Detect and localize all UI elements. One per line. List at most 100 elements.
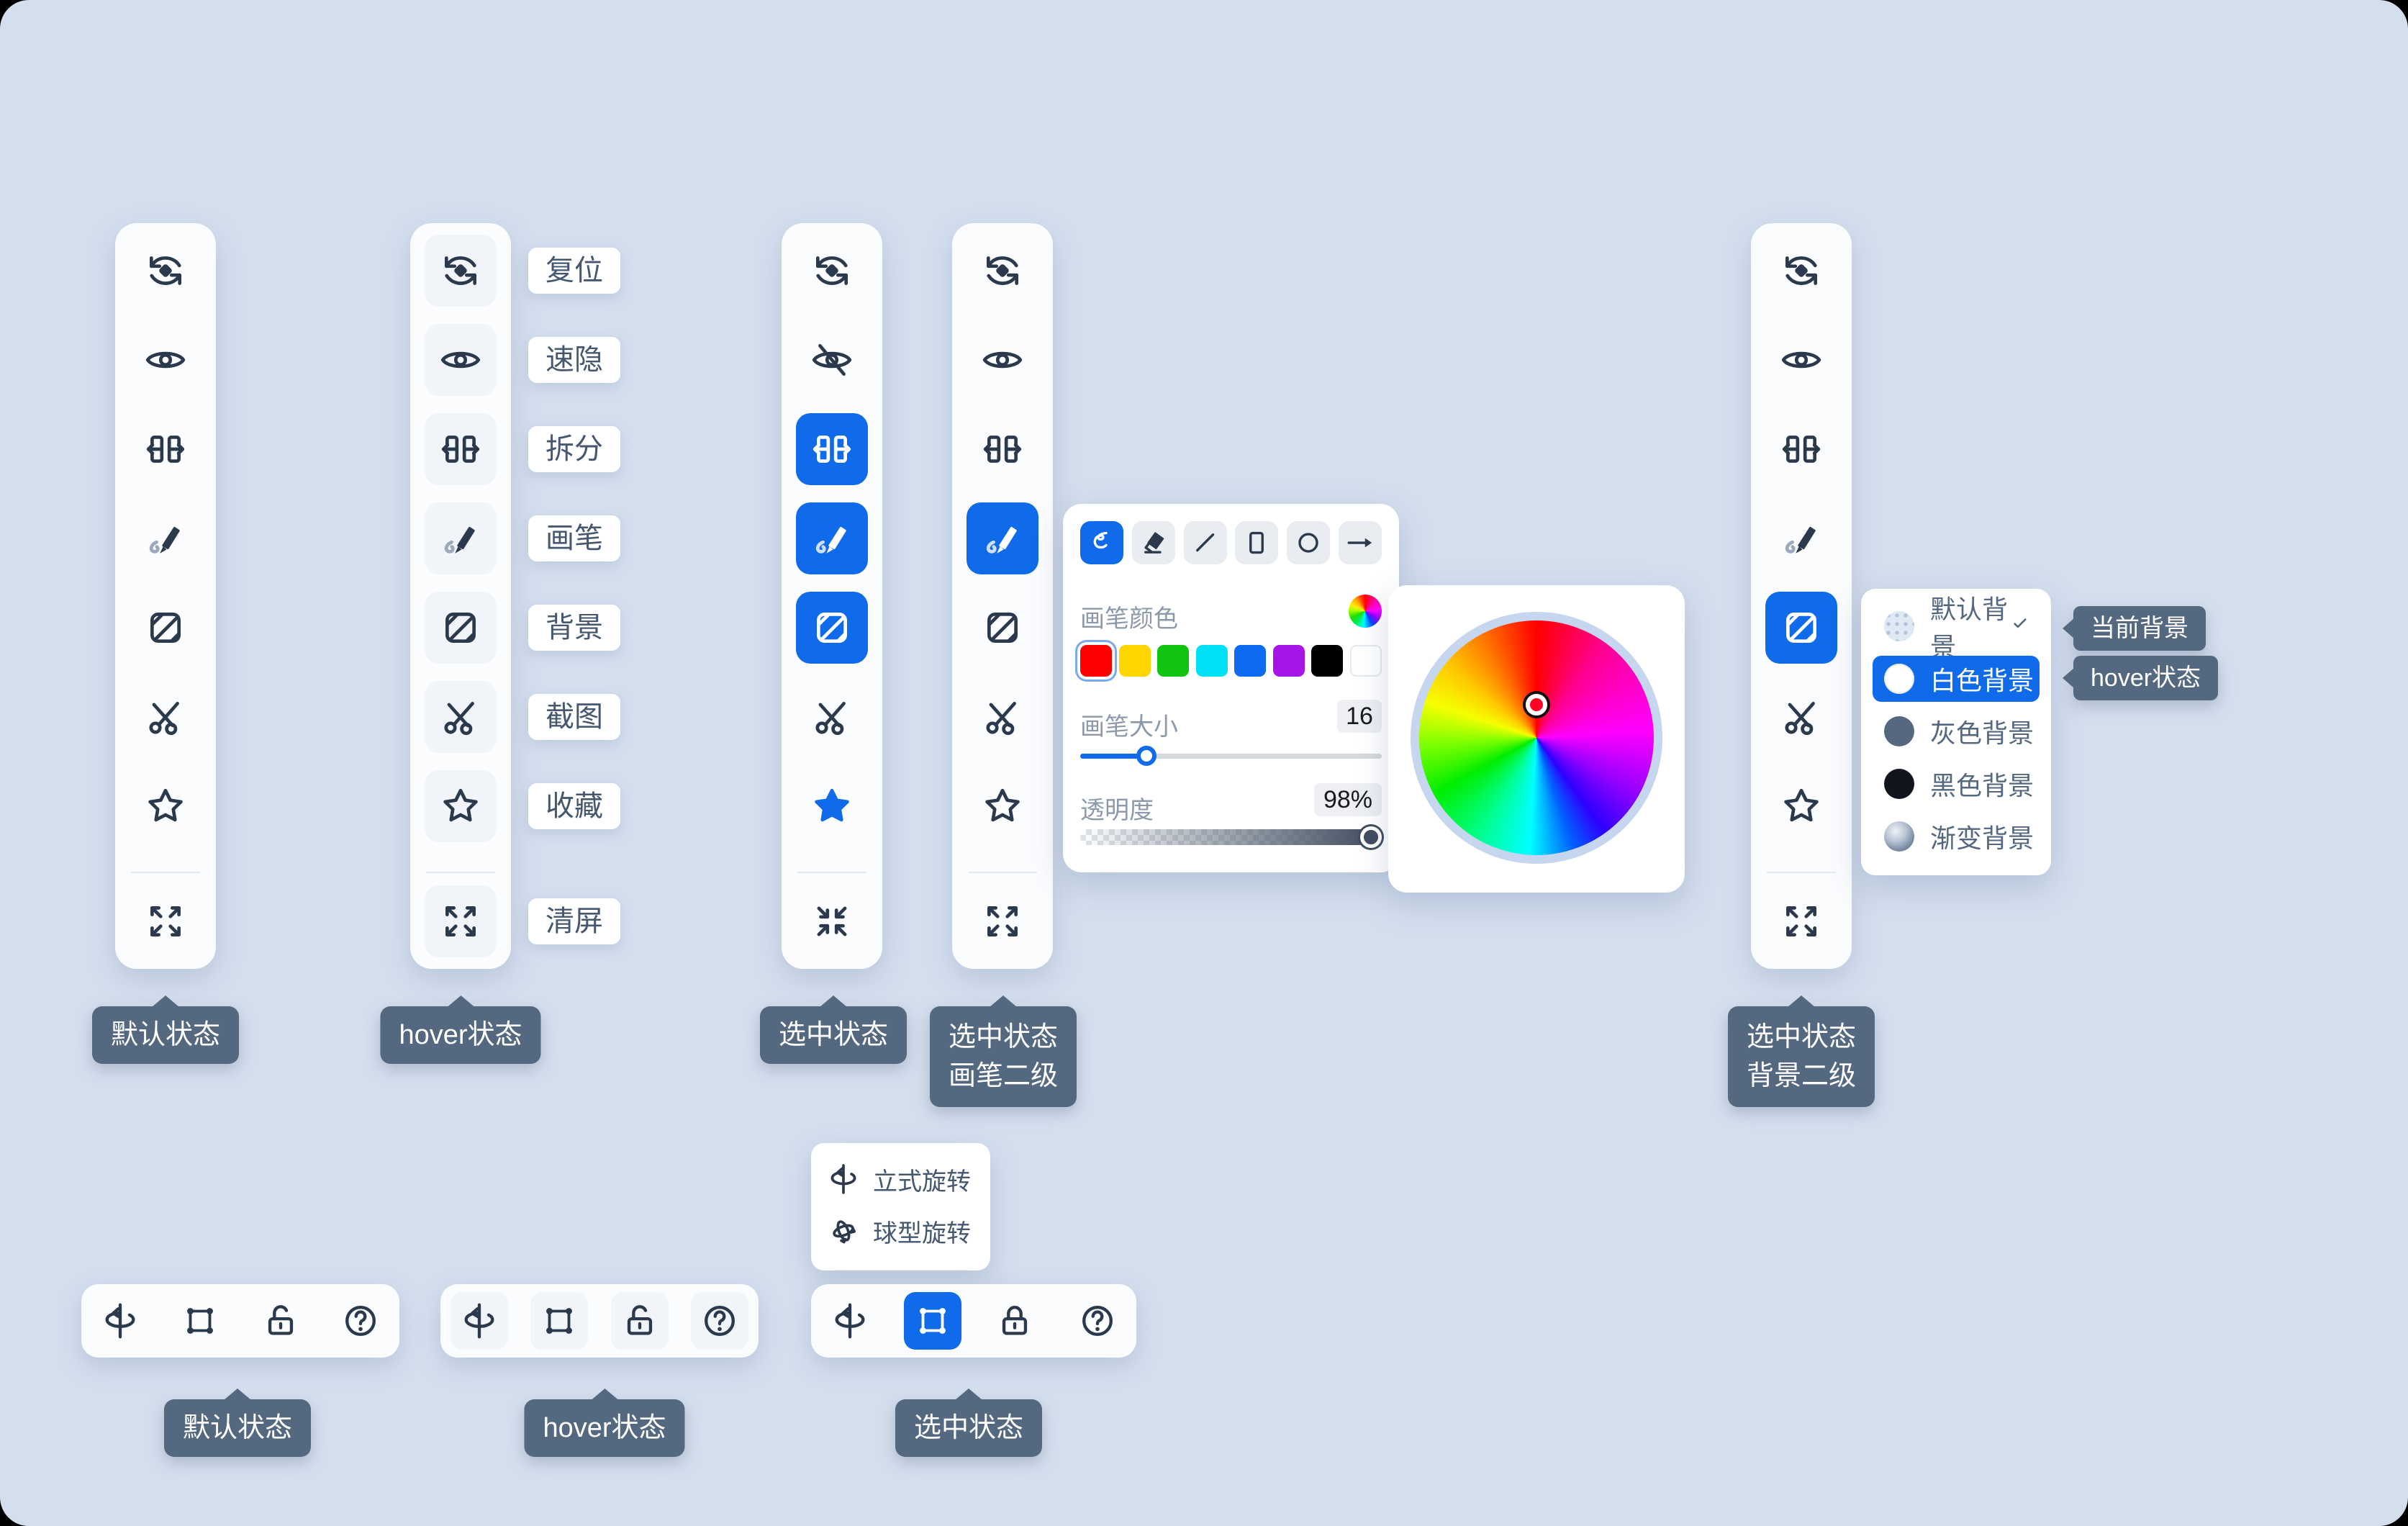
brush-size-slider[interactable]: [1080, 754, 1382, 759]
toolbar-button-reset[interactable]: [967, 235, 1038, 307]
canvas: 复位速隐拆分画笔背景截图收藏清屏 默认状态hover状态选中状态选中状态画笔二级…: [0, 0, 2408, 1526]
color-wheel[interactable]: [1411, 612, 1662, 864]
tooltip-arrow-up: [224, 1389, 251, 1400]
dropdown-tooltip: hover状态: [2073, 656, 2218, 700]
toolbar-button-axis-rotate[interactable]: [821, 1292, 879, 1350]
toolbar-button-split[interactable]: [967, 413, 1038, 485]
toolbar-button-transform[interactable]: [530, 1292, 588, 1350]
tooltip-text: 背景二级: [1747, 1057, 1856, 1096]
toolbar-button-expand[interactable]: [425, 885, 497, 957]
toolbar-button-expand[interactable]: [1765, 885, 1837, 957]
color-swatch[interactable]: [1273, 645, 1305, 677]
toolbar-button-transform[interactable]: [904, 1292, 961, 1350]
tool-line[interactable]: [1184, 521, 1227, 564]
toolbar-button-eye[interactable]: [425, 324, 497, 396]
toolbar-button-expand[interactable]: [130, 885, 202, 957]
toolbar-button-scissors[interactable]: [796, 681, 868, 753]
color-swatch[interactable]: [1311, 645, 1343, 677]
toolbar-button-reset[interactable]: [425, 235, 497, 307]
toolbar-button-axis-rotate[interactable]: [451, 1292, 508, 1350]
tooltip-arrow-left: [2063, 618, 2074, 638]
toolbar-button-background[interactable]: [1765, 592, 1837, 664]
toolbar-button-eye[interactable]: [130, 324, 202, 396]
toolbar-button-eye[interactable]: [967, 324, 1038, 396]
color-swatch[interactable]: [1119, 645, 1151, 677]
tool-eraser[interactable]: [1132, 521, 1175, 564]
toolbar-button-star[interactable]: [1765, 770, 1837, 842]
toolbar-button-reset[interactable]: [130, 235, 202, 307]
transform-icon: [181, 1301, 219, 1340]
toolbar-button-star[interactable]: [796, 770, 868, 842]
toolbar-button-help[interactable]: [691, 1292, 748, 1350]
toolbar-button-eye[interactable]: [1765, 324, 1837, 396]
toolbar-button-expand[interactable]: [967, 885, 1038, 957]
color-swatch[interactable]: [1234, 645, 1266, 677]
toolbar-button-star[interactable]: [967, 770, 1038, 842]
opacity-slider-knob[interactable]: [1360, 826, 1382, 848]
opacity-value[interactable]: 98%: [1314, 783, 1382, 816]
action-label: 拆分: [528, 426, 620, 472]
toolbar-button-help[interactable]: [332, 1292, 389, 1350]
toolbar-button-split[interactable]: [425, 413, 497, 485]
toolbar-button-scissors[interactable]: [425, 681, 497, 753]
color-swatch[interactable]: [1196, 645, 1228, 677]
tooltip-text: hover状态: [399, 1006, 522, 1064]
state-tooltip: hover状态: [524, 1399, 684, 1457]
brush-settings-panel: 画笔颜色 画笔大小 16 透明度 98%: [1063, 504, 1399, 872]
toolbar-button-background[interactable]: [130, 592, 202, 664]
toolbar-button-scissors[interactable]: [130, 681, 202, 753]
toolbar-button-reset[interactable]: [796, 235, 868, 307]
toolbar-button-brush[interactable]: [130, 502, 202, 574]
tool-scribble[interactable]: [1080, 521, 1123, 564]
toolbar-button-lock-open[interactable]: [252, 1292, 309, 1350]
toolbar-button-background[interactable]: [967, 592, 1038, 664]
toolbar-button-background[interactable]: [796, 592, 868, 664]
bg-option-black[interactable]: 黑色背景: [1873, 761, 2040, 807]
action-label: 收藏: [528, 783, 620, 829]
toolbar-button-split[interactable]: [1765, 413, 1837, 485]
toolbar-button-axis-rotate[interactable]: [91, 1292, 149, 1350]
bg-option-white[interactable]: 白色背景: [1873, 656, 2040, 702]
brush-size-value[interactable]: 16: [1337, 700, 1382, 733]
bg-option-dotted[interactable]: 默认背景: [1873, 603, 2040, 649]
color-swatch[interactable]: [1157, 645, 1189, 677]
toolbar-button-split[interactable]: [130, 413, 202, 485]
tool-arrow[interactable]: [1339, 521, 1382, 564]
toolbar-button-scissors[interactable]: [967, 681, 1038, 753]
scissors-icon: [440, 696, 481, 738]
toolbar-button-scissors[interactable]: [1765, 681, 1837, 753]
toolbar-button-brush[interactable]: [796, 502, 868, 574]
toolbar-button-lock-open[interactable]: [611, 1292, 669, 1350]
toolbar-button-eye-off[interactable]: [796, 324, 868, 396]
axis-rotate-icon: [830, 1301, 869, 1340]
toolbar-button-lock-closed[interactable]: [986, 1292, 1044, 1350]
toolbar-button-brush[interactable]: [425, 502, 497, 574]
toolbar-button-transform[interactable]: [171, 1292, 229, 1350]
tool-ellipse[interactable]: [1287, 521, 1330, 564]
color-swatch[interactable]: [1080, 645, 1112, 677]
toolbar-button-brush[interactable]: [1765, 502, 1837, 574]
toolbar-button-split[interactable]: [796, 413, 868, 485]
toolbar-default: [115, 223, 216, 969]
color-wheel-icon[interactable]: [1349, 595, 1382, 628]
eraser-icon: [1139, 528, 1169, 558]
bg-option-gray[interactable]: 灰色背景: [1873, 708, 2040, 754]
opacity-slider[interactable]: [1080, 829, 1382, 845]
toolbar-button-star[interactable]: [425, 770, 497, 842]
divider: [1767, 872, 1836, 873]
toolbar-button-help[interactable]: [1069, 1292, 1126, 1350]
toolbar-button-background[interactable]: [425, 592, 497, 664]
toolbar-button-reset[interactable]: [1765, 235, 1837, 307]
tool-rect[interactable]: [1235, 521, 1278, 564]
color-wheel-marker[interactable]: [1526, 694, 1547, 715]
rotation-option-orbit-rotate[interactable]: 球型旋转: [827, 1211, 971, 1251]
toolbar-button-collapse[interactable]: [796, 885, 868, 957]
brush-size-slider-knob[interactable]: [1136, 746, 1157, 766]
rotation-option-axis-rotate[interactable]: 立式旋转: [827, 1159, 971, 1199]
toolbar-button-brush[interactable]: [967, 502, 1038, 574]
toolbar-button-star[interactable]: [130, 770, 202, 842]
lock-open-icon: [620, 1301, 659, 1340]
help-icon: [1078, 1301, 1117, 1340]
bg-option-grad[interactable]: 渐变背景: [1873, 813, 2040, 859]
color-swatch[interactable]: [1350, 645, 1382, 677]
